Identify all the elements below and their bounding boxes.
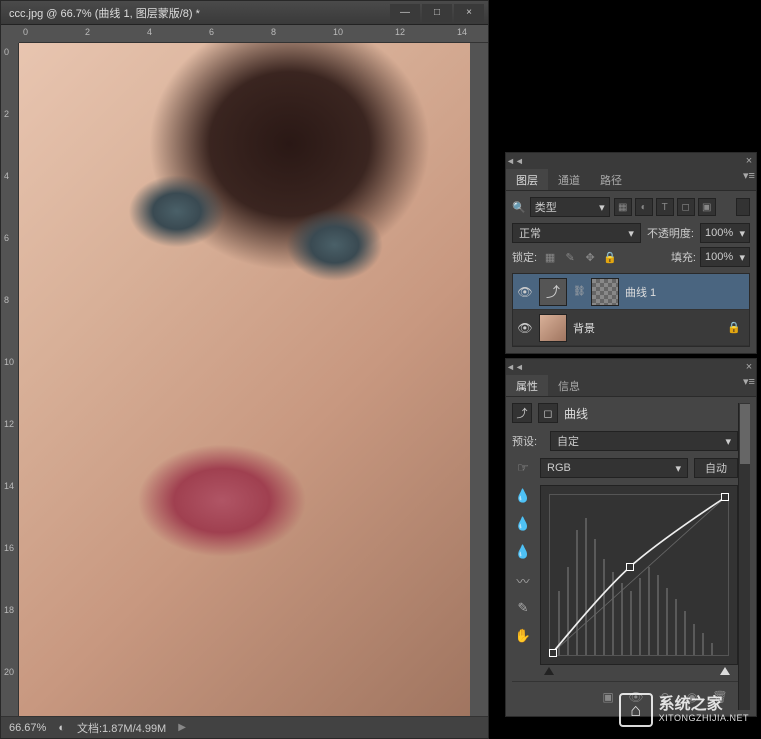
tab-channels[interactable]: 通道 xyxy=(548,169,590,190)
properties-panel-tabs: 属性 信息 ▾≡ xyxy=(506,375,756,397)
status-info-icon[interactable]: ◐ xyxy=(58,722,65,734)
white-point-slider[interactable] xyxy=(720,667,730,675)
tab-paths[interactable]: 路径 xyxy=(590,169,632,190)
opacity-input[interactable]: 100%▾ xyxy=(700,223,750,243)
layer-name[interactable]: 曲线 1 xyxy=(625,284,656,300)
window-controls: — □ × xyxy=(390,4,484,22)
filter-type-icon[interactable]: T xyxy=(656,198,674,216)
minimize-button[interactable]: — xyxy=(390,4,420,22)
curve-point[interactable] xyxy=(549,649,557,657)
document-image[interactable] xyxy=(19,43,470,716)
filter-shape-icon[interactable]: ◻ xyxy=(677,198,695,216)
filter-toggle[interactable] xyxy=(736,198,750,216)
blend-mode-dropdown[interactable]: 正常▾ xyxy=(512,223,641,243)
auto-button[interactable]: 自动 xyxy=(694,458,738,478)
tab-properties[interactable]: 属性 xyxy=(506,375,548,396)
status-flyout-icon[interactable]: ▶ xyxy=(178,722,186,733)
search-icon: 🔍 xyxy=(512,201,526,214)
curves-tools: 💧 💧 💧 〰 ✎ ✋ xyxy=(512,485,536,665)
black-point-slider[interactable] xyxy=(544,667,554,675)
document-title: ccc.jpg @ 66.7% (曲线 1, 图层蒙版/8) * xyxy=(5,5,200,21)
panel-menu-icon[interactable]: ▾≡ xyxy=(742,375,756,396)
layer-list: 👁 ⤴ ⛓ 曲线 1 👁 背景 🔒 xyxy=(512,273,750,347)
layer-item-background[interactable]: 👁 背景 🔒 xyxy=(513,310,749,346)
scrollbar-thumb[interactable] xyxy=(740,404,750,464)
canvas[interactable] xyxy=(19,43,470,716)
tab-info[interactable]: 信息 xyxy=(548,375,590,396)
mask-link-icon[interactable]: ⛓ xyxy=(573,286,585,297)
curves-graph[interactable] xyxy=(540,485,738,665)
visibility-toggle-icon[interactable]: 👁 xyxy=(517,321,533,335)
layers-panel: ◄◄ × 图层 通道 路径 ▾≡ 🔍 类型▾ ▦ ◐ T ◻ ▣ xyxy=(505,152,757,354)
close-button[interactable]: × xyxy=(454,4,484,22)
document-statusbar: 66.67% ◐ 文档:1.87M/4.99M ▶ xyxy=(1,716,488,738)
eyedropper-black-icon[interactable]: 💧 xyxy=(512,485,534,507)
curve-pencil-tool-icon[interactable]: ✎ xyxy=(512,597,534,619)
watermark: ⌂ 系统之家 XITONGZHIJIA.NET xyxy=(619,693,749,727)
panel-close-icon[interactable]: × xyxy=(742,155,756,167)
layer-thumb[interactable] xyxy=(539,314,567,342)
target-adjust-icon[interactable]: ☞ xyxy=(512,457,534,479)
curve-point[interactable] xyxy=(721,493,729,501)
watermark-en: XITONGZHIJIA.NET xyxy=(659,714,749,724)
lock-pixels-icon[interactable]: ✎ xyxy=(561,248,579,266)
fill-input[interactable]: 100%▾ xyxy=(700,247,750,267)
layers-panel-tabs: 图层 通道 路径 ▾≡ xyxy=(506,169,756,191)
properties-panel: ◄◄ × 属性 信息 ▾≡ ⤴ ◻ 曲线 预设: 自定▾ xyxy=(505,358,757,717)
mask-icon[interactable]: ◻ xyxy=(538,403,558,423)
lock-all-icon[interactable]: 🔒 xyxy=(601,248,619,266)
panel-close-icon[interactable]: × xyxy=(742,361,756,373)
filter-smart-icon[interactable]: ▣ xyxy=(698,198,716,216)
eyedropper-white-icon[interactable]: 💧 xyxy=(512,541,534,563)
opacity-label: 不透明度: xyxy=(647,225,694,241)
preset-label: 预设: xyxy=(512,433,544,449)
panel-menu-icon[interactable]: ▾≡ xyxy=(742,169,756,190)
watermark-logo-icon: ⌂ xyxy=(619,693,653,727)
mask-thumb[interactable] xyxy=(591,278,619,306)
lock-label: 锁定: xyxy=(512,249,537,265)
lock-indicator-icon: 🔒 xyxy=(727,321,745,334)
ruler-horizontal[interactable]: 0 2 4 6 8 10 12 14 xyxy=(19,25,488,43)
fill-label: 填充: xyxy=(671,249,696,265)
filter-adjust-icon[interactable]: ◐ xyxy=(635,198,653,216)
curves-adj-icon: ⤴ xyxy=(512,403,532,423)
tab-layers[interactable]: 图层 xyxy=(506,169,548,190)
document-titlebar[interactable]: ccc.jpg @ 66.7% (曲线 1, 图层蒙版/8) * — □ × xyxy=(1,1,488,25)
channel-dropdown[interactable]: RGB▾ xyxy=(540,458,688,478)
panel-dock: ◄◄ × 图层 通道 路径 ▾≡ 🔍 类型▾ ▦ ◐ T ◻ ▣ xyxy=(505,152,757,721)
curve-point-tool-icon[interactable]: 〰 xyxy=(512,569,534,591)
preset-dropdown[interactable]: 自定▾ xyxy=(550,431,738,451)
adjustment-thumb[interactable]: ⤴ xyxy=(539,278,567,306)
filter-pixel-icon[interactable]: ▦ xyxy=(614,198,632,216)
zoom-readout[interactable]: 66.67% xyxy=(9,722,46,734)
panel-collapse-icon[interactable]: ◄◄ xyxy=(506,362,520,372)
visibility-toggle-icon[interactable]: 👁 xyxy=(517,285,533,299)
adjustment-name: 曲线 xyxy=(564,405,588,422)
curve-hand-icon[interactable]: ✋ xyxy=(512,625,534,647)
layer-item-curves[interactable]: 👁 ⤴ ⛓ 曲线 1 xyxy=(513,274,749,310)
layer-name[interactable]: 背景 xyxy=(573,320,595,336)
layer-filter-row: 🔍 类型▾ ▦ ◐ T ◻ ▣ xyxy=(512,197,750,217)
clip-to-layer-icon[interactable]: ▣ xyxy=(598,688,618,706)
watermark-cn: 系统之家 xyxy=(659,696,749,714)
maximize-button[interactable]: □ xyxy=(422,4,452,22)
document-window: ccc.jpg @ 66.7% (曲线 1, 图层蒙版/8) * — □ × 0… xyxy=(0,0,489,739)
filter-kind-dropdown[interactable]: 类型▾ xyxy=(530,197,610,217)
lock-transparency-icon[interactable]: ▦ xyxy=(541,248,559,266)
eyedropper-gray-icon[interactable]: 💧 xyxy=(512,513,534,535)
curve-point[interactable] xyxy=(626,563,634,571)
panel-collapse-icon[interactable]: ◄◄ xyxy=(506,156,520,166)
panel-scrollbar[interactable] xyxy=(738,403,750,710)
lock-position-icon[interactable]: ✥ xyxy=(581,248,599,266)
ruler-vertical[interactable]: 0 2 4 6 8 10 12 14 16 18 20 xyxy=(1,43,19,716)
filesize-readout: 文档:1.87M/4.99M xyxy=(77,720,166,736)
